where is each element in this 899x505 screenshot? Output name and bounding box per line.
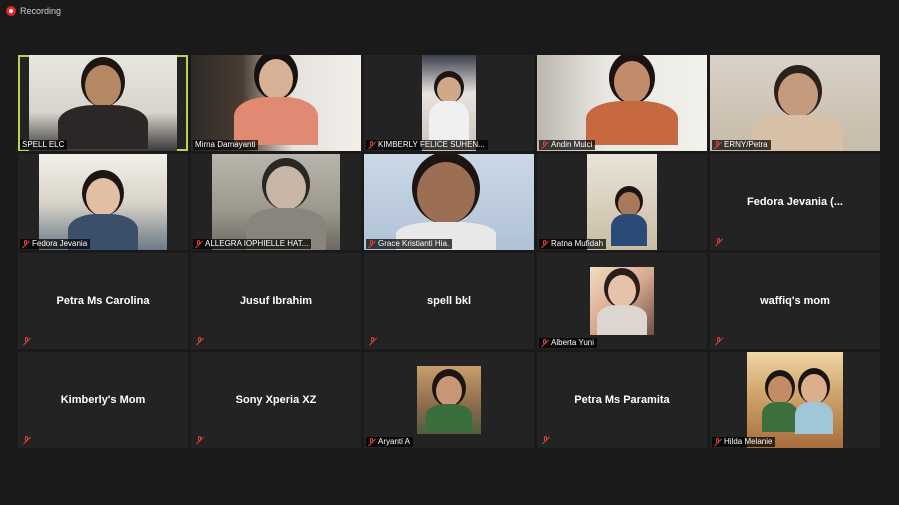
participant-tile[interactable]: Alberta Yuni: [537, 253, 707, 349]
participant-video: [29, 55, 177, 151]
participant-name: ALLEGRA IOPHIELLE HAT...: [193, 239, 312, 249]
recording-label: Recording: [20, 6, 62, 16]
mic-muted-icon: [542, 436, 550, 444]
participant-name: Petra Ms Carolina: [56, 295, 150, 307]
participant-name: Andin Mulci: [539, 140, 596, 150]
participant-name: Kimberly's Mom: [60, 394, 146, 406]
mic-muted-icon: [23, 337, 31, 345]
participant-tile[interactable]: Petra Ms Paramita: [537, 352, 707, 448]
participant-name: Aryanti A: [366, 437, 414, 447]
mic-muted-icon: [714, 438, 722, 446]
mic-muted-icon: [715, 238, 723, 246]
participant-name: Hilda Melanie: [712, 437, 776, 447]
participant-tile[interactable]: Aryanti A: [364, 352, 534, 448]
participant-name: waffiq's mom: [760, 295, 830, 307]
participant-name: ERNY/Petra: [712, 140, 771, 150]
participant-name: Petra Ms Paramita: [574, 394, 670, 406]
participant-tile[interactable]: Fedora Jevania: [18, 154, 188, 250]
mic-muted-icon: [368, 438, 376, 446]
recording-indicator[interactable]: Recording: [6, 6, 61, 16]
participant-name: Grace Kristianti Hia.: [366, 239, 453, 249]
participant-video: [587, 154, 657, 250]
mic-muted-icon: [22, 240, 30, 248]
participant-tile[interactable]: Andin Mulci: [537, 55, 707, 151]
mic-muted-icon: [368, 141, 376, 149]
participant-video: [710, 55, 880, 151]
participant-tile[interactable]: spell bkl: [364, 253, 534, 349]
participant-name: spell bkl: [426, 295, 472, 307]
mic-muted-icon: [541, 339, 549, 347]
participant-name: Ratna Mufidah: [539, 239, 607, 249]
participant-tile[interactable]: Ratna Mufidah: [537, 154, 707, 250]
mic-muted-icon: [23, 436, 31, 444]
mic-muted-icon: [196, 337, 204, 345]
participant-name: Fedora Jevania (...: [747, 196, 843, 208]
participant-name: Sony Xperia XZ: [235, 394, 317, 406]
participant-tile[interactable]: Hilda Melanie: [710, 352, 880, 448]
participant-tile[interactable]: ALLEGRA IOPHIELLE HAT...: [191, 154, 361, 250]
participant-tile[interactable]: Mirna Damayanti: [191, 55, 361, 151]
profile-picture: [417, 366, 481, 434]
participant-name: KIMBERLY FELICE SUHEN...: [366, 140, 488, 150]
participant-name: Fedora Jevania: [20, 239, 91, 249]
mic-muted-icon: [196, 436, 204, 444]
mic-muted-icon: [195, 240, 203, 248]
participant-tile[interactable]: ERNY/Petra: [710, 55, 880, 151]
participant-tile[interactable]: waffiq's mom: [710, 253, 880, 349]
participant-tile[interactable]: SPELL ELC: [18, 55, 188, 151]
mic-muted-icon: [541, 240, 549, 248]
participant-video: [212, 154, 340, 250]
participant-name: Mirna Damayanti: [193, 140, 259, 150]
profile-picture: [590, 267, 654, 335]
participant-tile[interactable]: Fedora Jevania (...: [710, 154, 880, 250]
participant-name: SPELL ELC: [20, 140, 68, 150]
participant-tile[interactable]: KIMBERLY FELICE SUHEN...: [364, 55, 534, 151]
mic-muted-icon: [541, 141, 549, 149]
participant-video: [191, 55, 361, 151]
mic-muted-icon: [368, 240, 376, 248]
profile-picture: [747, 352, 843, 448]
participant-video: [422, 55, 476, 151]
mic-muted-icon: [714, 141, 722, 149]
participant-tile[interactable]: Grace Kristianti Hia.: [364, 154, 534, 250]
record-dot-icon: [6, 6, 16, 16]
participant-video: [39, 154, 167, 250]
participant-name: Alberta Yuni: [539, 338, 597, 348]
mic-muted-icon: [715, 337, 723, 345]
participant-video: [364, 154, 534, 250]
mic-muted-icon: [369, 337, 377, 345]
participant-tile[interactable]: Sony Xperia XZ: [191, 352, 361, 448]
participant-tile[interactable]: Kimberly's Mom: [18, 352, 188, 448]
participant-grid: SPELL ELC Mirna Damayanti KIMBERLY FELIC…: [18, 55, 880, 448]
participant-video: [537, 55, 707, 151]
participant-name: Jusuf Ibrahim: [239, 295, 313, 307]
participant-tile[interactable]: Petra Ms Carolina: [18, 253, 188, 349]
participant-tile[interactable]: Jusuf Ibrahim: [191, 253, 361, 349]
